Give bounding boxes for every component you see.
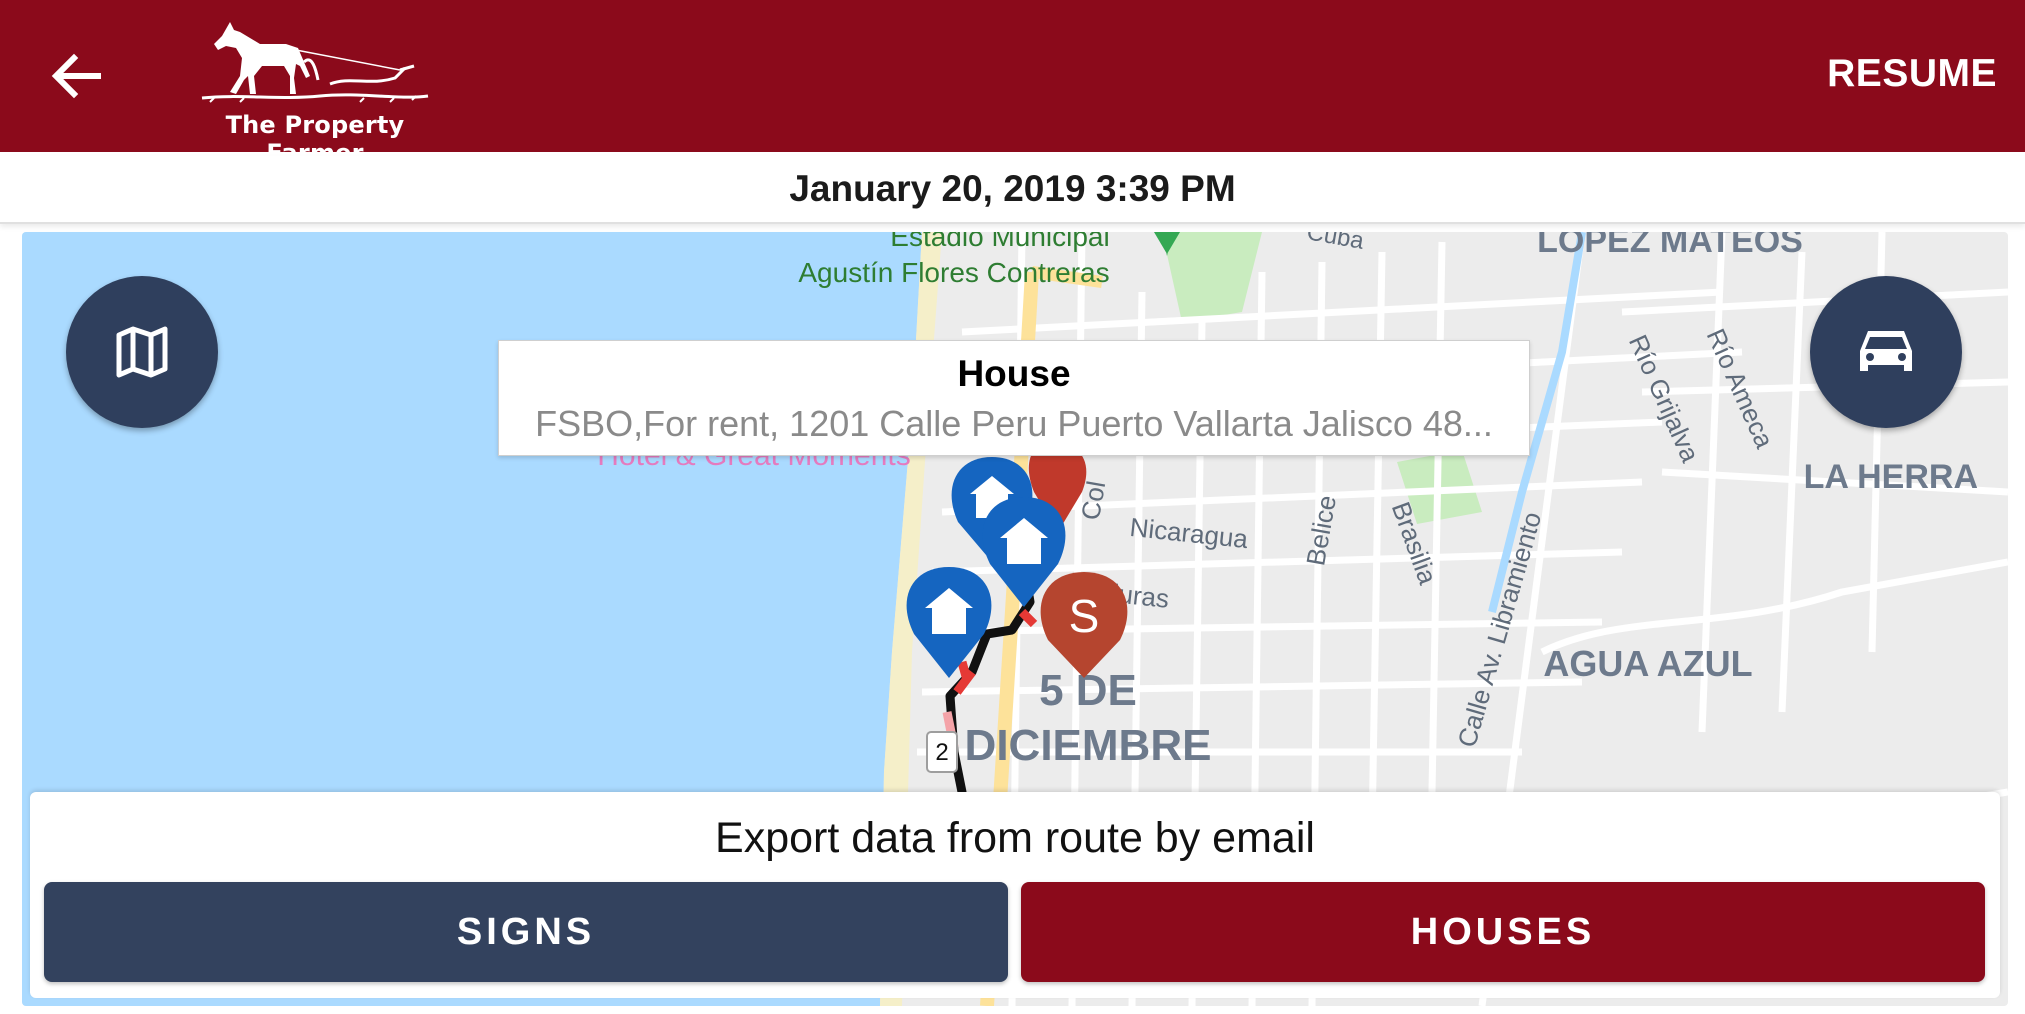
map-type-button[interactable] — [66, 276, 218, 428]
map-label-la-herra: LA HERRA — [1804, 458, 1978, 496]
map-label-stadium-1: Estadio Municipal — [890, 232, 1109, 252]
map-label-rio-grijalva: Río Grijalva — [1623, 330, 1706, 467]
map-label-diciembre: DICIEMBRE — [965, 721, 1212, 770]
info-window-title: House — [957, 353, 1071, 394]
drive-mode-button[interactable] — [1810, 276, 1962, 428]
park-area — [1162, 232, 1262, 322]
car-icon — [1860, 331, 1912, 371]
export-signs-button[interactable]: SIGNS — [44, 882, 1008, 982]
app-logo: The Property Farmer — [200, 14, 430, 167]
map-icon — [116, 326, 168, 378]
export-title: Export data from route by email — [715, 814, 1315, 862]
info-window-address: FSBO,For rent, 1201 Calle Peru Puerto Va… — [535, 403, 1493, 444]
route-datetime: January 20, 2019 3:39 PM — [789, 168, 1236, 209]
horse-plow-logo-icon — [201, 22, 429, 103]
export-houses-button[interactable]: HOUSES — [1021, 882, 1985, 982]
map-label-lopez-mateos: LÓPEZ MATEOS — [1537, 232, 1803, 260]
sign-marker-letter: S — [1069, 590, 1100, 642]
sign-marker[interactable]: S — [1040, 572, 1128, 678]
app-header: The Property Farmer RESUME — [0, 0, 2025, 167]
arrow-left-icon — [51, 53, 101, 99]
map-label-nicaragua: Nicaragua — [1128, 512, 1250, 554]
export-panel: Export data from route by email SIGNS HO… — [30, 792, 2000, 998]
route-waypoint-label: 2 — [935, 739, 948, 766]
map-label-stadium-2: Agustín Flores Contreras — [798, 257, 1109, 288]
map-label-belice: Belice — [1300, 493, 1342, 568]
marker-info-window[interactable]: House FSBO,For rent, 1201 Calle Peru Pue… — [498, 340, 1530, 456]
route-datetime-bar: January 20, 2019 3:39 PM — [0, 156, 2025, 224]
route-map[interactable]: 2 Estadio Municipal Agustín Flores Contr… — [22, 232, 2008, 1006]
back-button[interactable] — [46, 46, 106, 106]
map-label-cuba: Cuba — [1305, 232, 1367, 255]
map-label-agua-azul: AGUA AZUL — [1543, 643, 1752, 684]
resume-button[interactable]: RESUME — [1827, 52, 1997, 96]
